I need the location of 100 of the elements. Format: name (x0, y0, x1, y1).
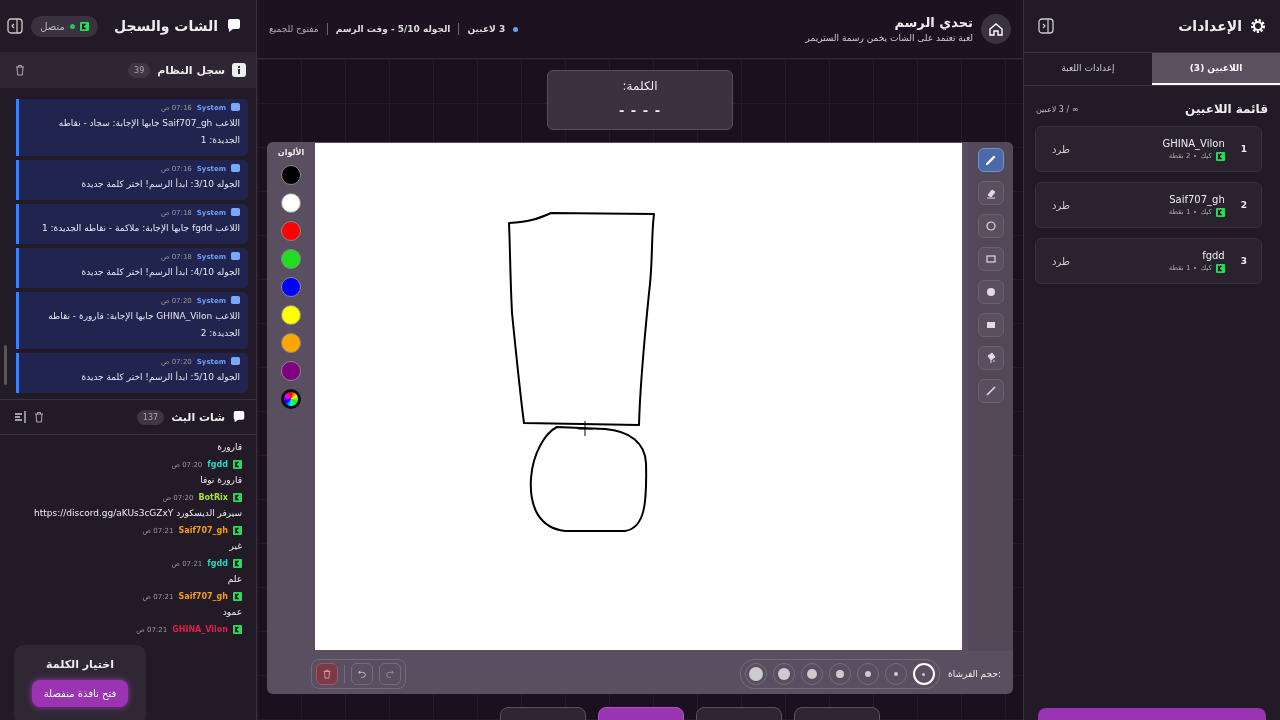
player-name: GHINA_Vilon (1162, 137, 1225, 149)
palette-title: الألوان (277, 148, 305, 157)
color-swatch[interactable] (281, 165, 301, 185)
message-text: عمود (221, 607, 242, 617)
count-badge: 39 (128, 62, 151, 78)
platform-icon (233, 493, 242, 502)
panel-title: الشات والسجل (113, 18, 218, 34)
game-title: تحدي الرسم (893, 15, 973, 30)
color-swatch[interactable] (281, 221, 301, 241)
message-text: قارورة (216, 442, 242, 452)
user-name: BotRix (198, 493, 228, 502)
game-stat: 3 لاعبين (467, 24, 506, 34)
filled-rect-icon (984, 319, 997, 331)
info-icon (232, 63, 246, 77)
color-swatch[interactable] (281, 333, 301, 353)
log-text: اللاعب fgdd جابها الإجابة: ملاكمة - نقاطه الجديدة: 1 (40, 222, 240, 236)
kick-button[interactable]: طرد (1050, 141, 1072, 157)
filled-circle-tool-button[interactable] (977, 280, 1004, 304)
player-rank: 2 (1240, 200, 1247, 210)
platform-icon (233, 625, 242, 634)
count-badge: 137 (136, 409, 165, 425)
brush-size-label: حجم الفرشاة: (947, 669, 1001, 679)
log-text: اللاعب GHINA_Vilon جابها الإجابة: قارورة - نقاطه الجديدة: 2 (47, 310, 240, 340)
platform-icon (1215, 207, 1225, 217)
home-button[interactable] (981, 14, 1011, 44)
bot-icon (231, 208, 240, 217)
redo-icon (385, 669, 395, 679)
settings-tab[interactable]: إعدادات اللعبة (1024, 53, 1152, 85)
sidebar-toggle-icon[interactable] (1038, 18, 1054, 34)
trash-icon[interactable] (14, 64, 26, 76)
line-icon (984, 385, 997, 397)
connection-status: متصل (31, 15, 98, 37)
home-icon (988, 21, 1004, 37)
game-stat: مفتوح للجميع (269, 24, 319, 34)
pen-tool-button[interactable] (977, 148, 1004, 172)
kick-button[interactable]: طرد (1050, 253, 1072, 269)
message-text: غير (228, 541, 242, 551)
player-rank: 1 (1240, 144, 1247, 154)
user-name: Saif707_gh (178, 526, 228, 535)
game-subtitle: لعبة تعتمد على الشات يخمن رسمة الستريمر (805, 33, 973, 43)
platform-icon (1215, 151, 1225, 161)
settings-icon (1250, 18, 1266, 34)
section-title: شات البث (171, 410, 225, 424)
open-window-button[interactable]: فتح نافذة منفصلة (31, 680, 129, 707)
color-swatch[interactable] (281, 249, 301, 269)
player-capacity: ∞ / 3 لاعبين (1036, 104, 1079, 114)
player-name: Saif707_gh (1168, 193, 1225, 205)
user-name: fgdd (207, 460, 228, 469)
section-title: سجل النظام (157, 63, 225, 77)
clear-button[interactable] (316, 663, 338, 685)
trash-icon[interactable] (33, 411, 45, 423)
player-rank: 3 (1240, 256, 1247, 266)
filled-rect-tool-button[interactable] (977, 313, 1004, 337)
player-name: fgdd (1201, 249, 1225, 261)
filled-circle-icon (984, 286, 997, 298)
log-text: اللاعب Saif707_gh جابها الإجابة: سجاد - نقاطه الجديدة: 1 (57, 117, 240, 147)
log-text: الجوله 5/10: ابدأ الرسم! اختر كلمة جديدة (80, 370, 240, 384)
chat-bubble-icon (232, 410, 246, 424)
eraser-tool-button[interactable] (977, 181, 1004, 205)
undo-button[interactable] (351, 663, 373, 685)
bot-icon (231, 296, 240, 305)
fill-tool-button[interactable] (977, 346, 1004, 370)
bot-icon (231, 164, 240, 173)
circle-icon (984, 220, 997, 232)
color-swatch[interactable] (281, 193, 301, 213)
rect-icon (984, 253, 997, 265)
user-name: GHINA_Vilon (172, 625, 228, 634)
circle-tool-button[interactable] (977, 214, 1004, 238)
rect-tool-button[interactable] (977, 247, 1004, 271)
log-text: الجوله 4/10: ابدأ الرسم! اختر كلمة جديدة (80, 265, 240, 279)
chat-bubble-icon (226, 18, 242, 34)
undo-icon (357, 669, 367, 679)
bot-icon (231, 357, 240, 366)
platform-icon (233, 559, 242, 568)
bot-icon (231, 252, 240, 261)
popup-title: اختيار الكلمة (46, 658, 114, 671)
user-name: Saif707_gh (178, 592, 228, 601)
platform-icon (233, 592, 242, 601)
message-text: قارورة نوفا (199, 475, 242, 485)
color-swatch[interactable] (281, 277, 301, 297)
align-icon[interactable] (14, 411, 26, 423)
message-text: سيرفر الديسكورد https://discord.gg/aKUs3cGZxY (33, 508, 242, 518)
platform-icon (233, 460, 242, 469)
platform-icon (79, 21, 89, 31)
kick-button[interactable]: طرد (1050, 197, 1072, 213)
word-hint: - - - - (618, 103, 662, 118)
panel-title: الإعدادات (1178, 18, 1242, 34)
color-swatch[interactable] (281, 305, 301, 325)
bot-icon (231, 103, 240, 112)
platform-icon (233, 526, 242, 535)
word-label: الكلمة: (622, 79, 658, 93)
line-tool-button[interactable] (977, 379, 1004, 403)
eraser-icon (984, 187, 997, 199)
settings-tab[interactable]: اللاعبين (3) (1152, 53, 1280, 85)
color-picker[interactable] (281, 389, 301, 409)
color-swatch[interactable] (281, 361, 301, 381)
log-text: الجوله 3/10: ابدأ الرسم! اختر كلمة جديدة (80, 177, 240, 191)
message-text: علم (226, 574, 242, 584)
sidebar-toggle-icon[interactable] (7, 18, 24, 34)
list-title: قائمة اللاعبين (1185, 102, 1268, 116)
